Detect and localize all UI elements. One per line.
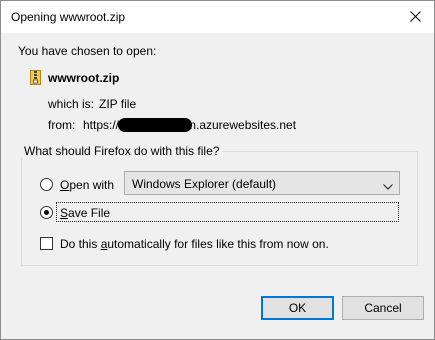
save-file-label-rest: ave File xyxy=(68,206,111,220)
auto-label-after: utomatically for files like this from no… xyxy=(107,237,329,251)
auto-label-before: Do this xyxy=(60,237,101,251)
download-dialog: Opening wwwroot.zip You have chosen to o… xyxy=(0,0,435,340)
file-name: wwwroot.zip xyxy=(48,71,120,85)
open-with-label[interactable]: Open with xyxy=(60,178,114,192)
close-icon[interactable] xyxy=(400,2,430,30)
auto-action-label[interactable]: Do this automatically for files like thi… xyxy=(60,237,329,251)
save-file-accel: S xyxy=(60,206,69,220)
radio-selected-dot xyxy=(44,210,49,215)
redacted-url-segment xyxy=(118,118,192,132)
title-bar: Opening wwwroot.zip xyxy=(1,1,434,33)
file-type: ZIP file xyxy=(99,97,137,111)
source-url-suffix: m.azurewebsites.net xyxy=(186,118,297,132)
action-group-legend: What should Firefox do with this file? xyxy=(21,144,223,158)
auto-action-checkbox[interactable] xyxy=(40,237,53,250)
save-file-label[interactable]: Save File xyxy=(60,206,110,220)
chevron-down-icon xyxy=(383,179,393,193)
zip-file-icon xyxy=(30,70,41,85)
dialog-title: Opening wwwroot.zip xyxy=(11,10,126,24)
which-is-label: which is: xyxy=(48,97,95,111)
source-url-prefix: https:// xyxy=(83,118,120,132)
save-file-radio[interactable] xyxy=(40,206,53,219)
cancel-button[interactable]: Cancel xyxy=(342,296,424,320)
intro-text: You have chosen to open: xyxy=(18,44,157,58)
open-with-label-rest: pen with xyxy=(69,178,115,192)
from-label: from: xyxy=(48,118,76,132)
open-with-accel: O xyxy=(60,178,70,192)
ok-button[interactable]: OK xyxy=(261,296,334,320)
open-with-selected-app: Windows Explorer (default) xyxy=(132,177,277,191)
open-with-select[interactable]: Windows Explorer (default) xyxy=(124,171,400,195)
open-with-radio[interactable] xyxy=(40,178,53,191)
